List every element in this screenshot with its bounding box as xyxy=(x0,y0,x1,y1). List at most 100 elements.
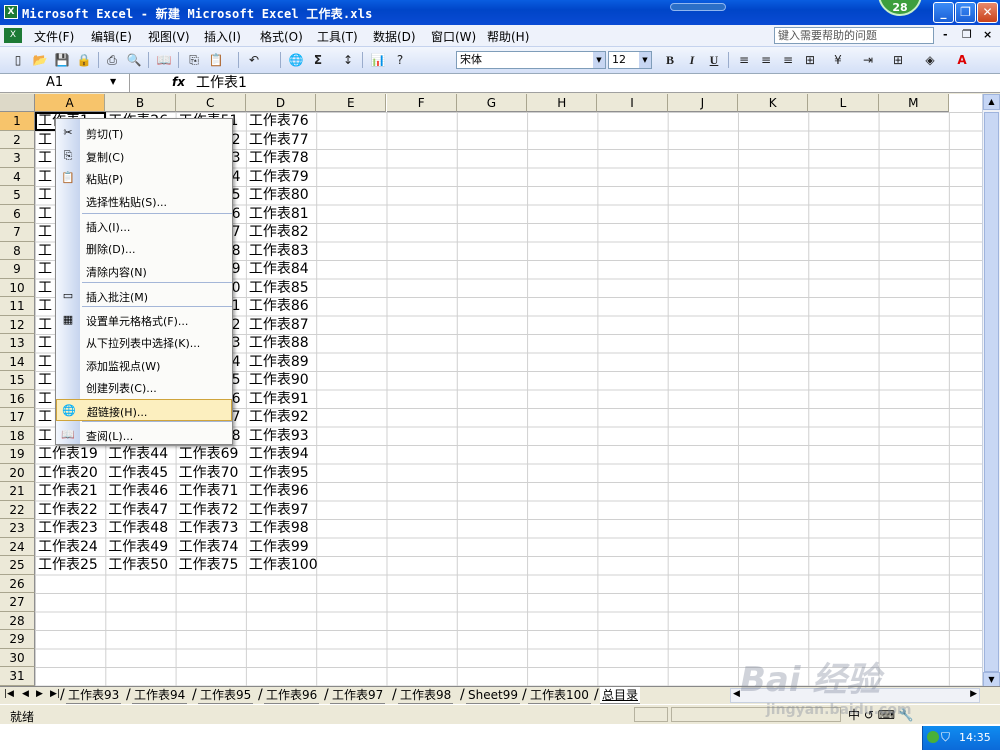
research-icon[interactable]: 📖 xyxy=(156,52,172,68)
row-header[interactable]: 26 xyxy=(0,574,35,593)
cell[interactable]: 工 xyxy=(35,168,52,187)
cell[interactable]: 工作表46 xyxy=(105,482,168,501)
menu-edit[interactable]: 编辑(E) xyxy=(91,28,132,45)
borders-icon[interactable]: ⊞ xyxy=(890,52,906,68)
row-header[interactable]: 4 xyxy=(0,167,35,186)
print-icon[interactable]: ⎙ xyxy=(104,52,120,68)
insert-function-icon[interactable]: fx xyxy=(172,75,185,89)
row-header[interactable]: 29 xyxy=(0,630,35,649)
sheet-tab[interactable]: 工作表95 xyxy=(198,687,254,704)
bold-button[interactable]: B xyxy=(662,52,678,68)
cell[interactable]: 工作表50 xyxy=(105,556,168,575)
first-sheet-icon[interactable]: |◀ xyxy=(4,689,14,699)
chart-icon[interactable]: 📊 xyxy=(370,52,386,68)
cell[interactable]: 工作表24 xyxy=(35,538,98,557)
chevron-down-icon[interactable]: ▼ xyxy=(639,52,651,68)
column-header[interactable]: K xyxy=(738,94,809,112)
column-header[interactable]: F xyxy=(386,94,457,112)
security-shield-icon[interactable]: ⛉ xyxy=(941,730,950,745)
column-header[interactable]: D xyxy=(245,94,317,112)
cell[interactable]: 工作表71 xyxy=(176,482,239,501)
align-left-icon[interactable]: ≡ xyxy=(736,52,752,68)
cell[interactable]: 工作表88 xyxy=(246,334,309,353)
row-header[interactable]: 5 xyxy=(0,186,35,205)
column-header[interactable]: I xyxy=(597,94,668,112)
cell[interactable]: 工作表19 xyxy=(35,445,98,464)
cell[interactable]: 工 xyxy=(35,242,52,261)
cell[interactable]: 工作表47 xyxy=(105,501,168,520)
mdi-close-button[interactable]: × xyxy=(983,28,992,41)
column-header[interactable]: E xyxy=(316,94,387,112)
cell[interactable]: 工 xyxy=(35,297,52,316)
cell[interactable]: 工作表22 xyxy=(35,501,98,520)
italic-button[interactable]: I xyxy=(684,52,700,68)
cell[interactable]: 工作表84 xyxy=(246,260,309,279)
font-color-icon[interactable]: A xyxy=(954,52,970,68)
column-header[interactable]: M xyxy=(878,94,949,112)
undo-icon[interactable]: ↶ xyxy=(246,52,262,68)
sheet-tab[interactable]: 工作表97 xyxy=(330,687,386,704)
column-header[interactable]: G xyxy=(456,94,528,112)
row-header[interactable]: 23 xyxy=(0,519,35,538)
row-header[interactable]: 17 xyxy=(0,408,35,427)
cell[interactable]: 工作表73 xyxy=(176,519,239,538)
cell[interactable]: 工作表94 xyxy=(246,445,309,464)
mdi-minimize-button[interactable]: - xyxy=(943,28,948,41)
chevron-down-icon[interactable]: ▼ xyxy=(110,77,116,86)
workbook-icon[interactable]: X xyxy=(4,28,22,43)
cell[interactable]: 工作表98 xyxy=(246,519,309,538)
row-header[interactable]: 16 xyxy=(0,389,35,408)
scroll-left-icon[interactable]: ◀ xyxy=(733,689,740,699)
cell[interactable]: 工 xyxy=(35,131,52,150)
context-menu-item[interactable]: 🌐 超链接(H)... xyxy=(56,399,232,421)
row-header[interactable]: 13 xyxy=(0,334,35,353)
indent-icon[interactable]: ⇥ xyxy=(860,52,876,68)
row-header[interactable]: 25 xyxy=(0,556,35,575)
cell[interactable]: 工作表21 xyxy=(35,482,98,501)
network-icon[interactable] xyxy=(927,731,939,743)
cell[interactable]: 工 xyxy=(35,371,52,390)
select-all-corner[interactable] xyxy=(0,94,35,112)
cell[interactable]: 工作表86 xyxy=(246,297,309,316)
cell[interactable]: 工作表44 xyxy=(105,445,168,464)
row-header[interactable]: 28 xyxy=(0,611,35,630)
cell[interactable]: 工 xyxy=(35,334,52,353)
cell[interactable]: 工作表95 xyxy=(246,464,309,483)
help-search-input[interactable]: 键入需要帮助的问题 xyxy=(774,27,934,44)
context-menu-item[interactable]: ▭ 插入批注(M) xyxy=(56,285,232,307)
vertical-scrollbar[interactable]: ▲ ▼ xyxy=(982,94,1000,688)
context-menu-item[interactable]: 从下拉列表中选择(K)... xyxy=(56,331,232,353)
cell[interactable]: 工作表97 xyxy=(246,501,309,520)
context-menu-item[interactable]: 添加监视点(W) xyxy=(56,354,232,376)
cell[interactable]: 工 xyxy=(35,316,52,335)
save-icon[interactable]: 💾 xyxy=(54,52,70,68)
row-header[interactable]: 6 xyxy=(0,204,35,223)
sheet-tab[interactable]: 总目录 xyxy=(600,687,641,704)
permission-icon[interactable]: 🔒 xyxy=(76,52,92,68)
font-size-select[interactable]: 12 ▼ xyxy=(608,51,652,69)
menu-tools[interactable]: 工具(T) xyxy=(317,28,358,45)
row-header[interactable]: 15 xyxy=(0,371,35,390)
sheet-tab[interactable]: 工作表100 xyxy=(528,687,591,704)
cell[interactable]: 工作表69 xyxy=(176,445,239,464)
column-header[interactable]: A xyxy=(35,94,106,112)
underline-button[interactable]: U xyxy=(706,52,722,68)
cell[interactable]: 工作表79 xyxy=(246,168,309,187)
cell[interactable]: 工 xyxy=(35,205,52,224)
cell[interactable]: 工作表87 xyxy=(246,316,309,335)
close-button[interactable]: ✕ xyxy=(977,2,998,23)
column-header[interactable]: B xyxy=(105,94,176,112)
cell[interactable]: 工作表90 xyxy=(246,371,309,390)
mdi-restore-button[interactable]: ❐ xyxy=(962,28,972,41)
column-header[interactable]: J xyxy=(667,94,738,112)
sheet-tab[interactable]: 工作表96 xyxy=(264,687,320,704)
menu-format[interactable]: 格式(O) xyxy=(260,28,303,45)
cell[interactable]: 工 xyxy=(35,223,52,242)
row-header[interactable]: 3 xyxy=(0,149,35,168)
cell[interactable]: 工作表45 xyxy=(105,464,168,483)
menu-insert[interactable]: 插入(I) xyxy=(204,28,241,45)
row-header[interactable]: 22 xyxy=(0,500,35,519)
row-header[interactable]: 11 xyxy=(0,297,35,316)
cell[interactable]: 工作表75 xyxy=(176,556,239,575)
minimize-button[interactable]: _ xyxy=(933,2,954,23)
